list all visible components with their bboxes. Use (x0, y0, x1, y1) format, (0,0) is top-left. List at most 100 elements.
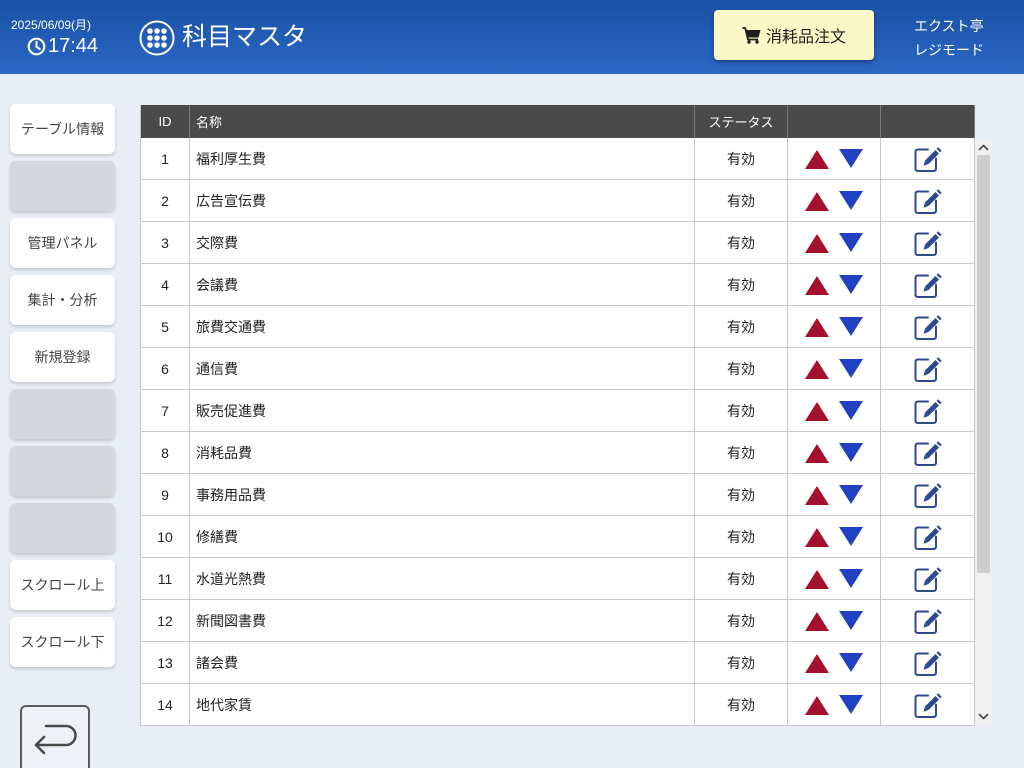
row-edit-cell (881, 474, 975, 515)
edit-icon[interactable] (914, 188, 942, 214)
sidebar-button-admin-panel[interactable]: 管理パネル (10, 218, 115, 268)
row-id: 5 (140, 306, 190, 347)
row-id: 7 (140, 390, 190, 431)
edit-icon[interactable] (914, 482, 942, 508)
move-up-icon[interactable] (805, 612, 829, 631)
row-name: 販売促進費 (190, 390, 695, 431)
move-up-icon[interactable] (805, 654, 829, 673)
current-date: 2025/06/09(月) (11, 18, 92, 32)
sidebar-button-scroll-up[interactable]: スクロール上 (10, 560, 115, 610)
row-name: 会議費 (190, 264, 695, 305)
row-order-controls (788, 474, 881, 515)
move-down-icon[interactable] (839, 233, 863, 252)
sidebar-button-blank (10, 503, 115, 553)
move-down-icon[interactable] (839, 569, 863, 588)
edit-icon[interactable] (914, 314, 942, 340)
row-id: 9 (140, 474, 190, 515)
row-status: 有効 (695, 138, 788, 179)
edit-icon[interactable] (914, 524, 942, 550)
move-up-icon[interactable] (805, 234, 829, 253)
row-name: 修繕費 (190, 516, 695, 557)
row-edit-cell (881, 684, 975, 725)
move-up-icon[interactable] (805, 486, 829, 505)
table-row: 2 広告宣伝費 有効 (140, 180, 975, 222)
edit-icon[interactable] (914, 650, 942, 676)
sidebar-button-blank (10, 389, 115, 439)
row-id: 1 (140, 138, 190, 179)
move-down-icon[interactable] (839, 527, 863, 546)
row-id: 6 (140, 348, 190, 389)
table-row: 9 事務用品費 有効 (140, 474, 975, 516)
move-up-icon[interactable] (805, 528, 829, 547)
edit-icon[interactable] (914, 692, 942, 718)
sidebar-button-analytics[interactable]: 集計・分析 (10, 275, 115, 325)
cart-icon (742, 26, 761, 44)
move-up-icon[interactable] (805, 444, 829, 463)
move-up-icon[interactable] (805, 570, 829, 589)
row-edit-cell (881, 432, 975, 473)
move-up-icon[interactable] (805, 276, 829, 295)
move-down-icon[interactable] (839, 653, 863, 672)
move-up-icon[interactable] (805, 318, 829, 337)
account-table: ID 名称 ステータス 1 福利厚生費 有効 2 広告宣伝費 有効 3 交際費 … (140, 105, 975, 726)
edit-icon[interactable] (914, 230, 942, 256)
row-edit-cell (881, 600, 975, 641)
move-down-icon[interactable] (839, 443, 863, 462)
row-name: 水道光熱費 (190, 558, 695, 599)
move-down-icon[interactable] (839, 191, 863, 210)
row-order-controls (788, 306, 881, 347)
row-id: 2 (140, 180, 190, 221)
table-row: 7 販売促進費 有効 (140, 390, 975, 432)
scrollbar-thumb[interactable] (977, 155, 990, 573)
move-down-icon[interactable] (839, 401, 863, 420)
row-status: 有効 (695, 474, 788, 515)
sidebar-button-scroll-down[interactable]: スクロール下 (10, 617, 115, 667)
move-up-icon[interactable] (805, 192, 829, 211)
edit-icon[interactable] (914, 608, 942, 634)
vertical-scrollbar[interactable] (976, 139, 991, 726)
row-status: 有効 (695, 306, 788, 347)
row-id: 14 (140, 684, 190, 725)
move-up-icon[interactable] (805, 402, 829, 421)
consumables-order-button[interactable]: 消耗品注文 (714, 10, 874, 60)
table-row: 13 諸会費 有効 (140, 642, 975, 684)
column-header-order (788, 105, 881, 138)
move-down-icon[interactable] (839, 275, 863, 294)
grid-menu-icon[interactable] (139, 20, 175, 56)
move-up-icon[interactable] (805, 150, 829, 169)
chevron-down-icon[interactable] (976, 710, 991, 723)
edit-icon[interactable] (914, 356, 942, 382)
sidebar-button-new-entry[interactable]: 新規登録 (10, 332, 115, 382)
move-up-icon[interactable] (805, 696, 829, 715)
row-edit-cell (881, 390, 975, 431)
sidebar-button-table-info[interactable]: テーブル情報 (10, 104, 115, 154)
row-status: 有効 (695, 558, 788, 599)
row-order-controls (788, 642, 881, 683)
row-name: 消耗品費 (190, 432, 695, 473)
chevron-up-icon[interactable] (976, 141, 991, 154)
table-row: 3 交際費 有効 (140, 222, 975, 264)
row-edit-cell (881, 138, 975, 179)
column-header-id: ID (140, 105, 190, 138)
move-down-icon[interactable] (839, 317, 863, 336)
move-down-icon[interactable] (839, 149, 863, 168)
back-button[interactable] (20, 705, 90, 768)
edit-icon[interactable] (914, 146, 942, 172)
edit-icon[interactable] (914, 566, 942, 592)
edit-icon[interactable] (914, 440, 942, 466)
move-down-icon[interactable] (839, 359, 863, 378)
row-status: 有効 (695, 264, 788, 305)
sidebar-button-blank (10, 446, 115, 496)
move-down-icon[interactable] (839, 611, 863, 630)
row-order-controls (788, 558, 881, 599)
row-name: 広告宣伝費 (190, 180, 695, 221)
move-down-icon[interactable] (839, 695, 863, 714)
move-down-icon[interactable] (839, 485, 863, 504)
edit-icon[interactable] (914, 272, 942, 298)
column-header-edit (881, 105, 975, 138)
move-up-icon[interactable] (805, 360, 829, 379)
edit-icon[interactable] (914, 398, 942, 424)
row-edit-cell (881, 516, 975, 557)
row-id: 13 (140, 642, 190, 683)
row-status: 有効 (695, 390, 788, 431)
